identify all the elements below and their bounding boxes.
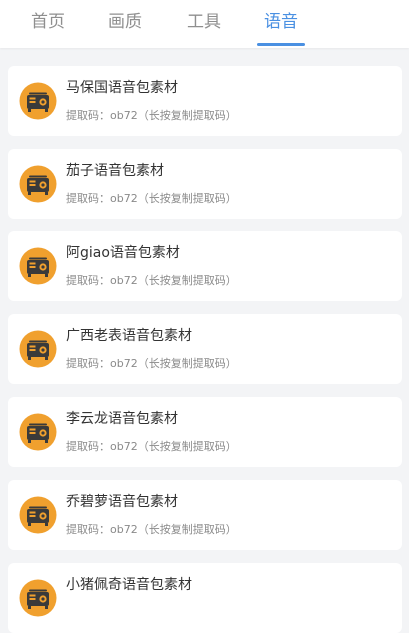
extraction-code[interactable]: 提取码：ob72（长按复制提取码） [66,522,237,538]
extraction-code[interactable]: 提取码：ob72（长按复制提取码） [66,191,237,207]
tab-bar: 首页 画质 工具 语音 [0,0,409,48]
radio-icon [19,82,57,120]
extraction-code[interactable]: 提取码：ob72（长按复制提取码） [66,356,237,372]
list-item[interactable]: 茄子语音包素材 提取码：ob72（长按复制提取码） [8,149,402,219]
item-title: 李云龙语音包素材 [66,411,178,427]
list-item[interactable]: 小猪佩奇语音包素材 [8,563,402,633]
extraction-code[interactable]: 提取码：ob72（长按复制提取码） [66,439,237,455]
list-item[interactable]: 乔碧萝语音包素材 提取码：ob72（长按复制提取码） [8,480,402,550]
item-title: 小猪佩奇语音包素材 [66,577,192,593]
item-title: 马保国语音包素材 [66,80,178,96]
list-item[interactable]: 阿giao语音包素材 提取码：ob72（长按复制提取码） [8,231,402,301]
tab-quality[interactable]: 画质 [108,10,142,34]
radio-icon [19,330,57,368]
tab-voice[interactable]: 语音 [264,10,298,34]
item-title: 乔碧萝语音包素材 [66,494,178,510]
list-item[interactable]: 马保国语音包素材 提取码：ob72（长按复制提取码） [8,66,402,136]
item-title: 茄子语音包素材 [66,163,164,179]
item-title: 广西老表语音包素材 [66,328,192,344]
radio-icon [19,413,57,451]
list-item[interactable]: 广西老表语音包素材 提取码：ob72（长按复制提取码） [8,314,402,384]
item-title: 阿giao语音包素材 [66,245,180,261]
voice-pack-list: 马保国语音包素材 提取码：ob72（长按复制提取码） 茄子语音包素材 提取码：o… [0,48,409,633]
tab-home[interactable]: 首页 [31,10,65,34]
radio-icon [19,165,57,203]
radio-icon [19,496,57,534]
radio-icon [19,247,57,285]
tab-tools[interactable]: 工具 [187,10,221,34]
radio-icon [19,579,57,617]
active-tab-indicator [257,43,305,46]
extraction-code[interactable]: 提取码：ob72（长按复制提取码） [66,108,237,124]
extraction-code[interactable]: 提取码：ob72（长按复制提取码） [66,273,237,289]
list-item[interactable]: 李云龙语音包素材 提取码：ob72（长按复制提取码） [8,397,402,467]
